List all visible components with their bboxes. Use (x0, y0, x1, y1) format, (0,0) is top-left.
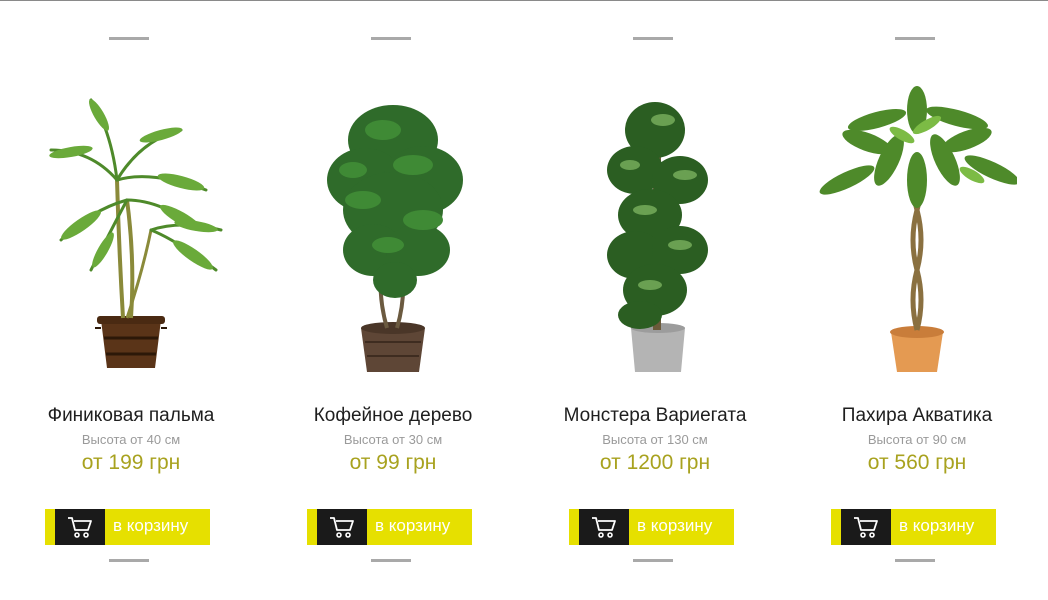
shopping-cart-icon (592, 517, 616, 538)
bottom-dash (371, 559, 411, 562)
product-price: от 199 грн (81, 451, 181, 474)
product-name[interactable]: Кофейное дерево (262, 405, 524, 427)
product-card: Пахира Акватика Высота от 90 см от 560 г… (786, 0, 1048, 600)
product-card: Монстера Вариегата Высота от 130 см от 1… (524, 0, 786, 600)
add-to-cart-button[interactable]: в корзину (307, 509, 472, 545)
add-to-cart-label: в корзину (113, 516, 189, 535)
product-price: от 1200 грн (599, 451, 711, 474)
product-height: Высота от 30 см (343, 432, 443, 447)
product-image-pachira[interactable] (817, 80, 1017, 380)
product-price: от 560 грн (867, 451, 967, 474)
product-image-monstera[interactable] (555, 80, 755, 380)
product-name[interactable]: Пахира Акватика (786, 405, 1048, 427)
cart-icon-box (317, 509, 367, 545)
shopping-cart-icon (330, 517, 354, 538)
cart-icon-box (55, 509, 105, 545)
top-dash (371, 37, 411, 40)
bottom-dash (895, 559, 935, 562)
add-to-cart-button[interactable]: в корзину (569, 509, 734, 545)
add-to-cart-label: в корзину (899, 516, 975, 535)
cart-icon-box (841, 509, 891, 545)
bottom-dash (633, 559, 673, 562)
product-name[interactable]: Монстера Вариегата (524, 405, 786, 427)
product-grid: Финиковая пальма Высота от 40 см от 199 … (0, 0, 1048, 600)
top-dash (895, 37, 935, 40)
add-to-cart-label: в корзину (375, 516, 451, 535)
product-height: Высота от 130 см (602, 432, 708, 447)
top-dash (109, 37, 149, 40)
product-price: от 99 грн (349, 451, 437, 474)
add-to-cart-label: в корзину (637, 516, 713, 535)
shopping-cart-icon (68, 517, 92, 538)
top-dash (633, 37, 673, 40)
product-image-coffee-tree[interactable] (293, 80, 493, 380)
product-card: Кофейное дерево Высота от 30 см от 99 гр… (262, 0, 524, 600)
product-height: Высота от 90 см (867, 432, 967, 447)
product-card: Финиковая пальма Высота от 40 см от 199 … (0, 0, 262, 600)
add-to-cart-button[interactable]: в корзину (45, 509, 210, 545)
product-name[interactable]: Финиковая пальма (0, 405, 262, 427)
add-to-cart-button[interactable]: в корзину (831, 509, 996, 545)
cart-icon-box (579, 509, 629, 545)
bottom-dash (109, 559, 149, 562)
product-height: Высота от 40 см (81, 432, 181, 447)
product-image-date-palm[interactable] (31, 80, 231, 380)
shopping-cart-icon (854, 517, 878, 538)
